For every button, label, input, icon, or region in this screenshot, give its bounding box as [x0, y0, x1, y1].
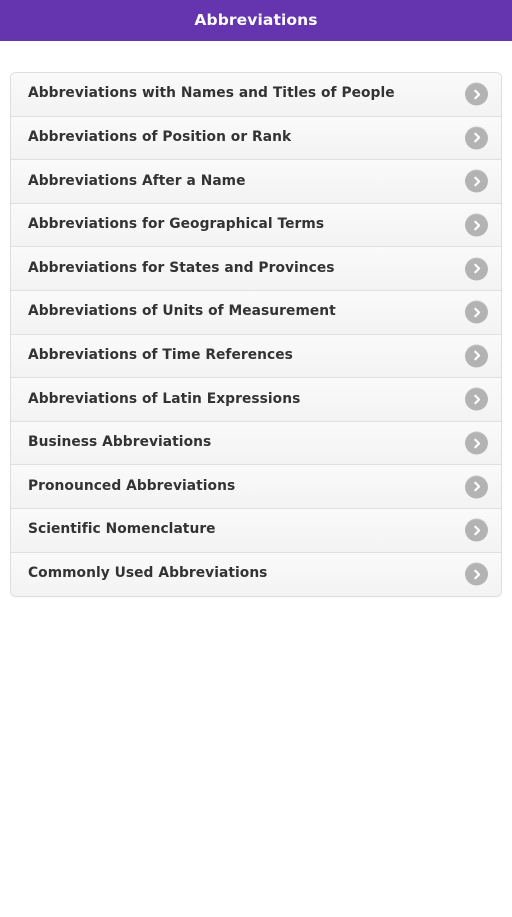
list-item[interactable]: Abbreviations for States and Provinces [11, 247, 501, 291]
abbreviations-list: Abbreviations with Names and Titles of P… [10, 72, 502, 598]
chevron-right-icon[interactable] [465, 562, 488, 586]
chevron-right-icon[interactable] [465, 82, 488, 106]
list-item[interactable]: Business Abbreviations [11, 421, 501, 466]
list-item[interactable]: Abbreviations After a Name [11, 160, 501, 204]
list-item-label: Abbreviations of Latin Expressions [28, 391, 301, 407]
chevron-right-icon[interactable] [465, 518, 488, 542]
chevron-right-icon[interactable] [465, 431, 488, 455]
list-item-label: Abbreviations for Geographical Terms [28, 217, 325, 233]
list-item-label: Abbreviations After a Name [28, 173, 246, 189]
chevron-right-icon[interactable] [465, 169, 488, 193]
app-header: Abbreviations [0, 0, 512, 41]
list-item[interactable]: Abbreviations of Latin Expressions [11, 378, 501, 422]
list-item-label: Commonly Used Abbreviations [28, 566, 268, 582]
list-item-label: Abbreviations of Units of Measurement [28, 304, 336, 320]
chevron-right-icon[interactable] [465, 344, 488, 368]
list-item-label: Abbreviations for States and Provinces [28, 260, 335, 276]
list-item[interactable]: Abbreviations with Names and Titles of P… [11, 73, 501, 117]
list-item[interactable]: Abbreviations of Position or Rank [11, 116, 501, 161]
list-item[interactable]: Commonly Used Abbreviations [11, 552, 501, 597]
chevron-right-icon[interactable] [465, 387, 488, 411]
page-title: Abbreviations [194, 10, 318, 29]
chevron-right-icon[interactable] [465, 257, 488, 281]
list-item[interactable]: Abbreviations for Geographical Terms [11, 203, 501, 248]
list-item-label: Abbreviations with Names and Titles of P… [28, 86, 395, 102]
list-item-label: Pronounced Abbreviations [28, 478, 236, 494]
list-item-label: Abbreviations of Position or Rank [28, 129, 292, 145]
chevron-right-icon[interactable] [465, 126, 488, 150]
list-item[interactable]: Abbreviations of Units of Measurement [11, 290, 501, 335]
list-item-label: Abbreviations of Time References [28, 347, 293, 363]
list-item-label: Scientific Nomenclature [28, 522, 216, 538]
list-item-label: Business Abbreviations [28, 435, 212, 451]
chevron-right-icon[interactable] [465, 213, 488, 237]
chevron-right-icon[interactable] [465, 300, 488, 324]
list-item[interactable]: Pronounced Abbreviations [11, 465, 501, 509]
chevron-right-icon[interactable] [465, 475, 488, 499]
list-item[interactable]: Abbreviations of Time References [11, 334, 501, 379]
page-body: Abbreviations with Names and Titles of P… [0, 72, 512, 917]
list-item[interactable]: Scientific Nomenclature [11, 508, 501, 553]
